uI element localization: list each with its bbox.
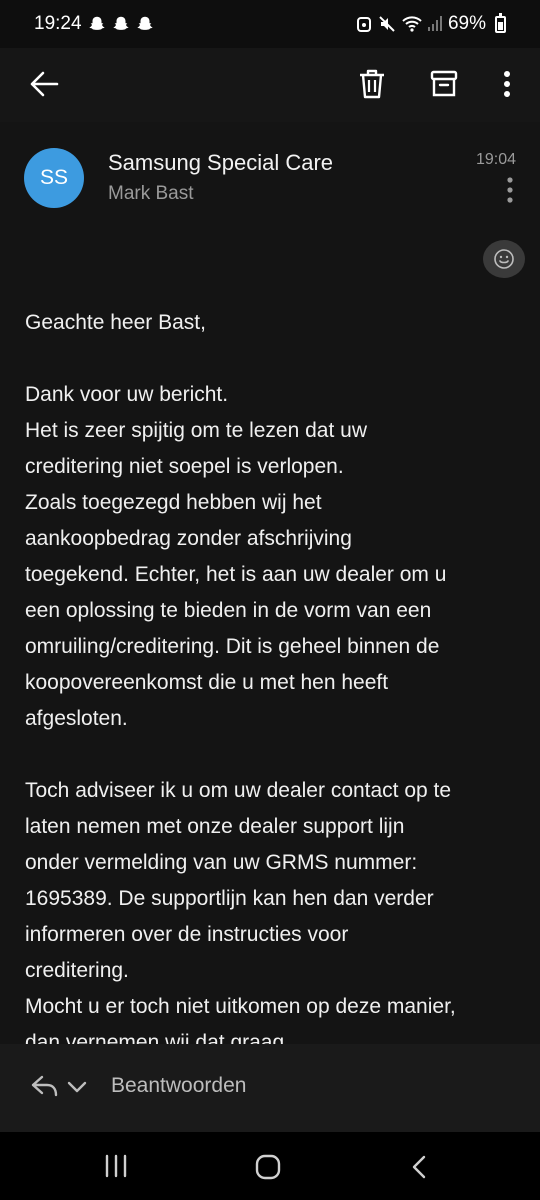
trash-icon <box>360 69 384 99</box>
email-more-button[interactable] <box>500 176 520 206</box>
body-line: koopovereenkomst die u met hen heeft <box>25 671 389 694</box>
delete-button[interactable] <box>350 62 394 106</box>
battery-level <box>498 21 503 30</box>
email-content[interactable]: SS Samsung Special Care Mark Bast 19:04 … <box>0 122 540 1044</box>
email-time: 19:04 <box>475 151 516 168</box>
wifi-icon <box>402 16 422 32</box>
body-line: Toch adviseer ik u om uw dealer contact … <box>25 779 452 802</box>
avatar[interactable]: SS <box>24 148 84 208</box>
home-icon[interactable] <box>255 1154 281 1180</box>
reply-icon[interactable] <box>30 1074 60 1100</box>
body-line: Mocht u er toch niet uitkomen op deze ma… <box>25 995 456 1018</box>
chevron-down-icon[interactable] <box>66 1078 88 1096</box>
status-bar: 19:24 69% <box>0 0 540 48</box>
app-bar <box>0 48 540 122</box>
body-line: Dank voor uw bericht. <box>25 383 229 406</box>
archive-button[interactable] <box>422 62 466 106</box>
more-vertical-icon <box>504 71 510 97</box>
body-line: creditering niet soepel is verlopen. <box>25 455 344 478</box>
alarm-icon <box>356 17 371 32</box>
back-arrow-icon <box>30 71 59 97</box>
snapchat-icon <box>136 16 153 30</box>
status-left: 19:24 <box>34 13 154 35</box>
body-line: aankoopbedrag zonder afschrijving <box>25 527 352 550</box>
body-line: dan vernemen wij dat graag. <box>25 1031 290 1044</box>
battery-icon <box>495 12 506 33</box>
recipient-name: Mark Bast <box>108 183 194 204</box>
nav-back-icon[interactable] <box>408 1154 432 1180</box>
navigation-bar <box>0 1132 540 1200</box>
smiley-icon <box>494 249 514 269</box>
body-line: 1695389. De supportlijn kan hen dan verd… <box>25 887 434 910</box>
body-line: Zoals toegezegd hebben wij het <box>25 491 322 514</box>
back-button[interactable] <box>22 62 66 106</box>
sender-name: Samsung Special Care <box>108 150 334 175</box>
recents-icon[interactable] <box>103 1154 129 1178</box>
body-line: informeren over de instructies voor <box>25 923 349 946</box>
body-line: Het is zeer spijtig om te lezen dat uw <box>25 419 367 442</box>
reply-bar[interactable]: Beantwoorden <box>0 1044 540 1132</box>
snapchat-icon <box>112 16 129 30</box>
body-line: toegekend. Echter, het is aan uw dealer … <box>25 563 447 586</box>
email-body: Geachte heer Bast, Dank voor uw bericht. H… <box>25 305 525 1044</box>
battery-percent: 69% <box>447 13 486 34</box>
body-line: creditering. <box>25 959 129 982</box>
more-options-button[interactable] <box>490 62 524 106</box>
body-line: omruiling/creditering. Dit is geheel bin… <box>25 635 440 658</box>
status-right: 69% <box>356 12 506 35</box>
body-line: een oplossing te bieden in de vorm van e… <box>25 599 432 622</box>
reply-label[interactable]: Beantwoorden <box>111 1074 246 1098</box>
body-line: laten nemen met onze dealer support lijn <box>25 815 405 838</box>
snapchat-icon <box>88 16 105 30</box>
body-line: Geachte heer Bast, <box>25 311 206 334</box>
reaction-button[interactable] <box>483 240 525 278</box>
body-line: afgesloten. <box>25 707 128 730</box>
more-vertical-icon <box>507 177 513 203</box>
mute-icon <box>379 16 395 32</box>
status-time: 19:24 <box>34 13 82 34</box>
archive-icon <box>430 70 458 97</box>
signal-icon <box>427 16 442 31</box>
body-line: onder vermelding van uw GRMS nummer: <box>25 851 418 874</box>
